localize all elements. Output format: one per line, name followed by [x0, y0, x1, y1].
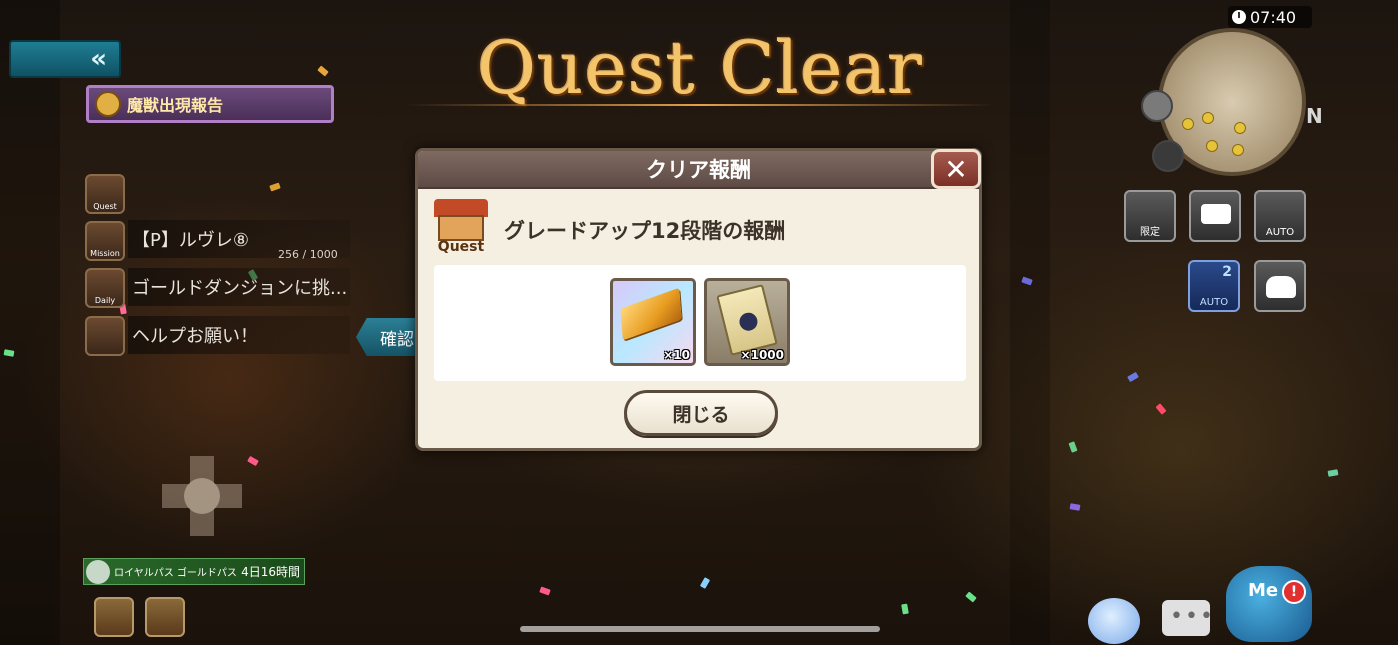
- confetti: [1155, 403, 1167, 415]
- confetti: [1327, 469, 1339, 477]
- pass-icon: [86, 559, 110, 584]
- back-button[interactable]: «: [9, 40, 121, 78]
- dialog-header: クリア報酬: [418, 151, 979, 189]
- royal-pass-bar[interactable]: ロイヤルパス ゴールドパス 4日16時間: [83, 558, 305, 585]
- title-underline: [405, 104, 995, 106]
- quest-shop-icon[interactable]: Quest: [85, 174, 125, 214]
- confetti: [699, 577, 711, 589]
- dialog-close-button[interactable]: ✕: [931, 149, 981, 189]
- quest-shop-icon: Quest: [432, 199, 490, 255]
- mission-progress: 256 / 1000: [278, 248, 338, 261]
- auto-speed-num: 2: [1222, 264, 1232, 280]
- handshake-icon[interactable]: [85, 316, 125, 356]
- reward-items-panel: ×10 ×1000: [434, 265, 966, 381]
- confetti: [1127, 371, 1139, 383]
- map-marker: [1232, 144, 1244, 156]
- quest-list-item-help[interactable]: ヘルプお願い！: [128, 316, 350, 354]
- clock-time: 07:40: [1250, 7, 1297, 27]
- item-quantity: ×1000: [740, 348, 784, 362]
- help-text: ヘルプお願い！: [132, 326, 258, 347]
- quest-list-item-daily[interactable]: ゴールドダンジョンに挑...: [128, 268, 350, 306]
- confetti: [539, 586, 551, 596]
- close-icon: ✕: [944, 152, 968, 186]
- ticket-emblem: [737, 310, 760, 333]
- map-character-button[interactable]: [1152, 140, 1184, 172]
- quest-clear-title: Quest Clear: [477, 26, 923, 110]
- royal-pass-label: ロイヤルパス ゴールドパス: [114, 568, 237, 579]
- dpad-knob[interactable]: [184, 478, 220, 514]
- auto-label: AUTO: [1265, 227, 1295, 238]
- confetti: [1068, 441, 1078, 453]
- map-marker: [1234, 122, 1246, 134]
- mission-icon[interactable]: Mission: [85, 221, 125, 261]
- emote-icon[interactable]: [1088, 598, 1140, 644]
- confetti: [901, 603, 909, 615]
- confetti: [269, 182, 281, 192]
- quest-icon-label: Quest: [93, 202, 117, 211]
- confetti: [247, 455, 259, 467]
- camera-icon: [1201, 204, 1231, 224]
- monster-report-label: 魔獣出現報告: [127, 96, 224, 115]
- close-button-label: 閉じる: [672, 403, 730, 426]
- auto-speed-button[interactable]: 2 AUTO: [1188, 260, 1240, 312]
- dialog-title: クリア報酬: [646, 158, 751, 182]
- reward-dialog: クリア報酬 ✕ Quest グレードアップ12段階の報酬 ×10 ×1000 閉…: [415, 148, 982, 451]
- quest-icon-label: Quest: [437, 239, 485, 255]
- limited-button[interactable]: 限定: [1124, 190, 1176, 242]
- monster-head-icon: [95, 91, 121, 117]
- shop-body: [438, 215, 484, 241]
- gold-bar-icon: [620, 287, 682, 341]
- map-marker: [1206, 140, 1218, 152]
- double-chevron-left-icon: «: [90, 44, 107, 74]
- chat-dots-icon: •••: [1170, 604, 1215, 629]
- mission-icon-label: Mission: [90, 249, 120, 258]
- monster-report-banner[interactable]: 魔獣出現報告: [86, 85, 334, 123]
- map-zoom-button[interactable]: [1141, 90, 1173, 122]
- ticket-icon: [716, 284, 778, 356]
- mission-text: 【P】ルヴレ⑧: [132, 230, 249, 251]
- item-quantity: ×10: [663, 348, 690, 362]
- daily-text: ゴールドダンジョンに挑...: [132, 278, 348, 299]
- confetti: [965, 591, 977, 603]
- auto-button[interactable]: AUTO: [1254, 190, 1306, 242]
- background-beam: [1010, 0, 1050, 645]
- royal-pass-time: 4日16時間: [241, 565, 300, 579]
- coin-icon[interactable]: [94, 597, 134, 637]
- confetti: [317, 65, 329, 77]
- alert-badge: !: [1282, 580, 1306, 604]
- camera-button[interactable]: [1189, 190, 1241, 242]
- limited-label: 限定: [1140, 227, 1160, 238]
- reward-title: グレードアップ12段階の報酬: [504, 219, 786, 243]
- gift-box-icon[interactable]: [145, 597, 185, 637]
- party-icon: [1266, 276, 1296, 298]
- confetti: [1069, 503, 1081, 511]
- daily-icon[interactable]: Daily: [85, 268, 125, 308]
- me-character-button[interactable]: [1226, 566, 1312, 642]
- reward-item-ticket[interactable]: ×1000: [704, 278, 790, 366]
- map-marker: [1182, 118, 1194, 130]
- close-dialog-button[interactable]: 閉じる: [624, 390, 778, 436]
- clock: 07:40: [1228, 6, 1312, 28]
- confirm-tab[interactable]: 確認: [356, 318, 416, 356]
- auto-speed-label: AUTO: [1199, 297, 1229, 308]
- confirm-label: 確認: [380, 329, 414, 350]
- background-beam: [0, 0, 60, 645]
- daily-icon-label: Daily: [94, 296, 116, 305]
- reward-item-gold-bar[interactable]: ×10: [610, 278, 696, 366]
- compass-north: N: [1306, 104, 1323, 128]
- home-indicator: [520, 626, 880, 632]
- party-button[interactable]: [1254, 260, 1306, 312]
- map-marker: [1202, 112, 1214, 124]
- clock-icon: [1232, 10, 1246, 24]
- me-label: Me: [1248, 580, 1279, 601]
